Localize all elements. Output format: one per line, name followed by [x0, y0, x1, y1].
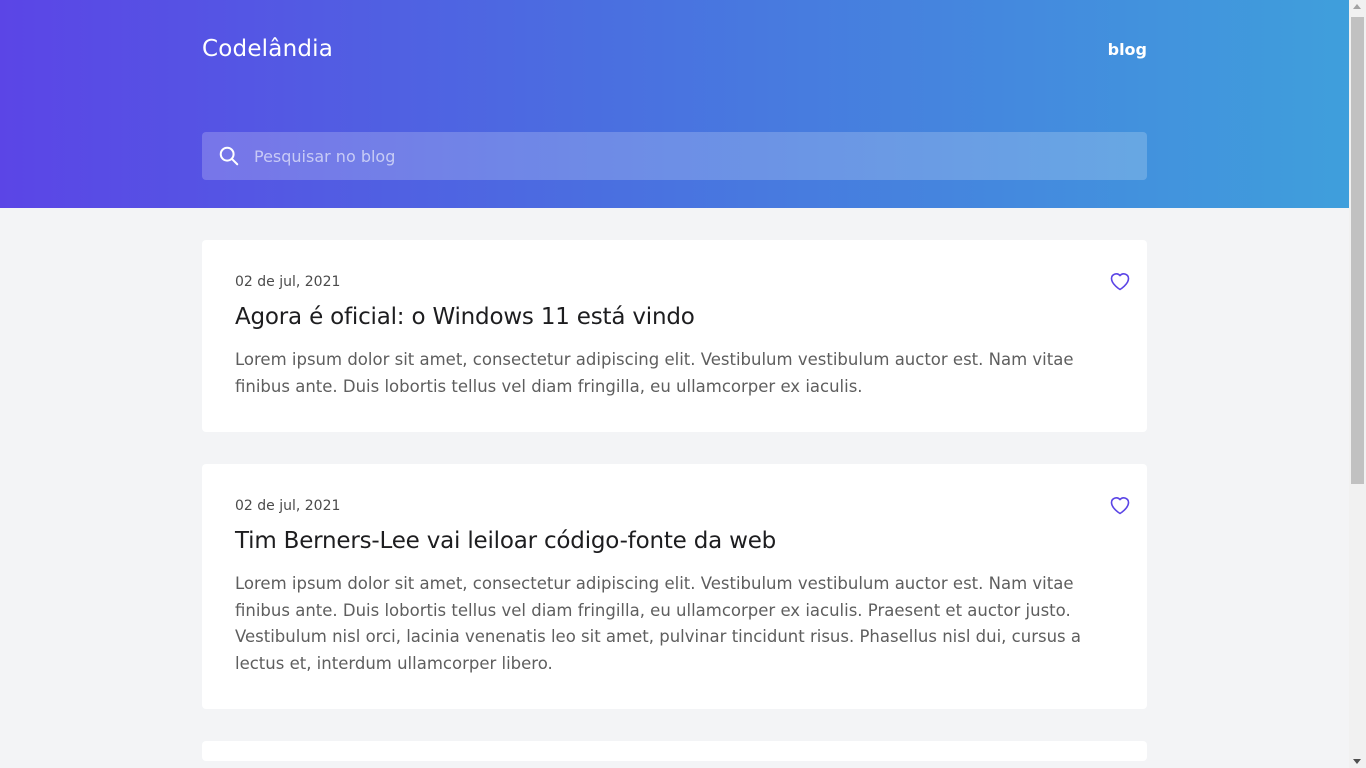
page-scrollbar[interactable] — [1349, 0, 1366, 768]
post-excerpt: Lorem ipsum dolor sit amet, consectetur … — [235, 574, 1081, 673]
post-card[interactable]: 02 de jul, 2021 Agora é oficial: o Windo… — [202, 240, 1147, 432]
heart-icon — [1110, 497, 1130, 515]
site-logo[interactable]: Codelândia — [202, 36, 333, 62]
post-date: 02 de jul, 2021 — [235, 274, 341, 290]
search-icon[interactable] — [218, 145, 240, 167]
scroll-down-arrow-icon[interactable] — [1353, 759, 1361, 764]
scroll-up-arrow-icon[interactable] — [1353, 4, 1361, 9]
post-date: 02 de jul, 2021 — [235, 498, 341, 514]
search-bar — [202, 132, 1147, 180]
search-input[interactable] — [254, 132, 1147, 180]
post-card[interactable]: 02 de jul, 2021 Tim Berners-Lee vai leil… — [202, 464, 1147, 709]
post-title[interactable]: Tim Berners-Lee vai leiloar código-fonte… — [235, 528, 1095, 554]
nav-link-blog[interactable]: blog — [1108, 40, 1147, 59]
post-excerpt: Lorem ipsum dolor sit amet, consectetur … — [235, 350, 1074, 396]
post-card-partial[interactable] — [202, 741, 1147, 761]
post-title[interactable]: Agora é oficial: o Windows 11 está vindo — [235, 304, 1095, 330]
post-list: 02 de jul, 2021 Agora é oficial: o Windo… — [202, 240, 1147, 761]
site-header: Codelândia blog — [0, 0, 1349, 208]
scrollbar-thumb[interactable] — [1351, 17, 1364, 484]
heart-icon — [1110, 273, 1130, 291]
like-button[interactable] — [1108, 269, 1132, 293]
like-button[interactable] — [1108, 493, 1132, 517]
